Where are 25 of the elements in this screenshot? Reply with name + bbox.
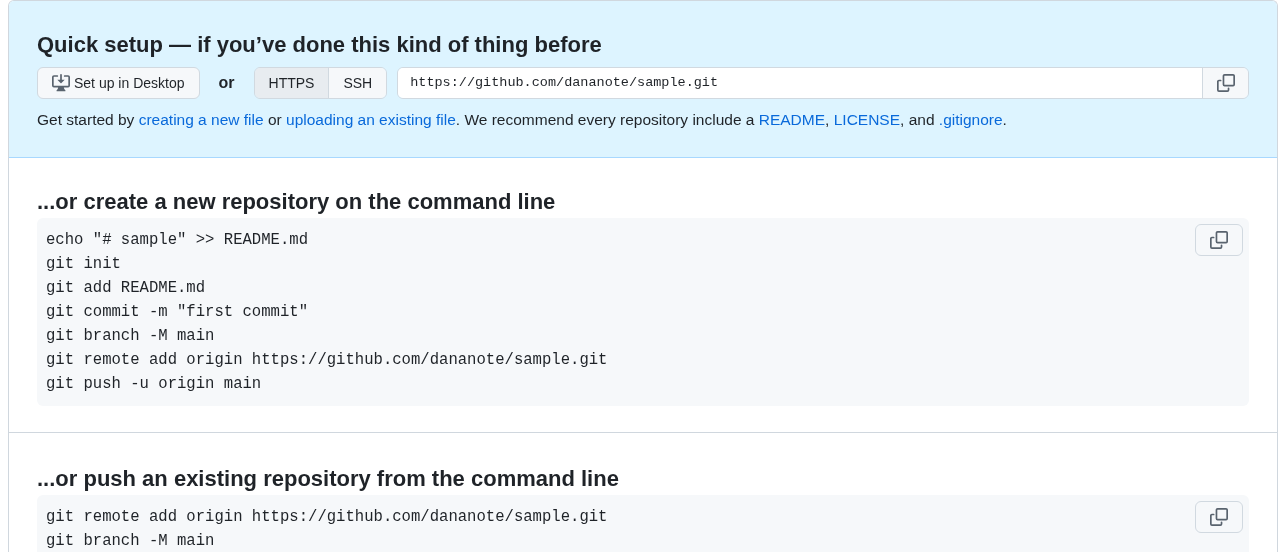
link[interactable]: uploading an existing file (286, 111, 456, 128)
code-line: git push -u origin main (46, 374, 262, 395)
desktop-download-icon (52, 74, 70, 92)
description-text: Get started by creating a new file or uploading an existing file. We recommend every repository include a README, LICENSE, and .gitignore. (37, 110, 1008, 130)
copy-button[interactable] (1195, 501, 1243, 533)
protocol-tab[interactable]: SSH (328, 68, 387, 98)
code-line: git branch -M main (46, 531, 215, 552)
link[interactable]: creating a new file (138, 111, 264, 128)
copy-icon (1210, 231, 1228, 249)
section-title: Quick setup — if you’ve done this kind of thing before (37, 31, 603, 59)
code-line: git add README.md (46, 278, 206, 299)
code-line: git branch -M main (46, 326, 215, 347)
protocol-tab[interactable]: HTTPS (254, 68, 329, 98)
code-line: git remote add origin https://github.com/dananote/sample.git (46, 350, 608, 371)
code-line: git remote add origin https://github.com/dananote/sample.git (46, 507, 608, 528)
section-title: ...or push an existing repository from the command line (37, 465, 620, 493)
code-line: git commit -m "first commit" (46, 302, 309, 323)
code-line: echo "# sample" >> README.md (46, 230, 309, 251)
code-line: git init (46, 254, 121, 275)
link[interactable]: .gitignore (938, 111, 1003, 128)
section-title: ...or create a new repository on the command line (37, 188, 557, 216)
or-label: or (218, 73, 235, 93)
copy-icon (1210, 508, 1228, 526)
copy-button[interactable] (1195, 224, 1243, 256)
setup-desktop-button[interactable]: Set up in Desktop (37, 67, 200, 99)
